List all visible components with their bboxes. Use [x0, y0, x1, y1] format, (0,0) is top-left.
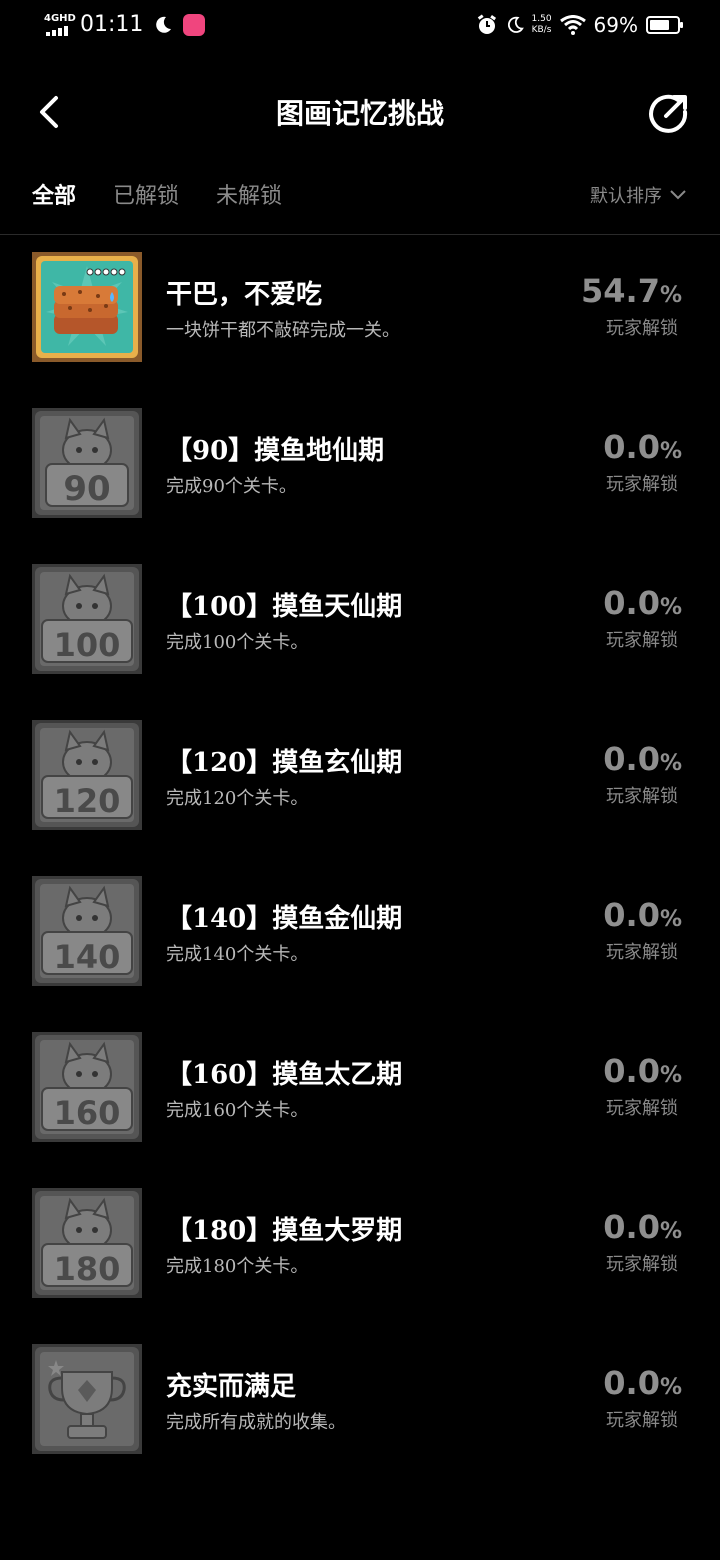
unlock-percent-label: 玩家解锁: [606, 942, 678, 963]
cookie-badge-icon: [32, 252, 142, 362]
badge-label: 140: [54, 938, 121, 976]
percent-sign: %: [659, 1063, 682, 1088]
badge-label: 100: [54, 626, 121, 664]
achievement-desc: 完成140个关卡。: [166, 944, 309, 965]
percent-sign: %: [659, 283, 682, 308]
level-160-badge-icon: 160: [32, 1032, 142, 1142]
percent-sign: %: [659, 1219, 682, 1244]
battery-percent: 69%: [593, 13, 638, 37]
filter-tabs: 全部 已解锁 未解锁 默认排序: [0, 168, 720, 224]
unlock-percent: 0.0%: [603, 740, 682, 778]
trophy-badge-icon: [32, 1344, 142, 1454]
percent-sign: %: [659, 751, 682, 776]
percent-sign: %: [659, 1375, 682, 1400]
achievement-desc: 完成120个关卡。: [166, 788, 309, 809]
unlock-percent-label: 玩家解锁: [606, 318, 678, 339]
achievement-item[interactable]: 140 【140】摸鱼金仙期 完成140个关卡。 0.0% 玩家解锁: [0, 876, 720, 1032]
percent-value: 54.7: [581, 272, 660, 310]
percent-value: 0.0: [603, 1208, 660, 1246]
tab-all[interactable]: 全部: [32, 178, 76, 210]
wifi-icon: [559, 15, 586, 35]
tab-unlocked[interactable]: 已解锁: [113, 178, 179, 210]
clock: 01:11: [80, 12, 144, 37]
achievement-item[interactable]: 120 【120】摸鱼玄仙期 完成120个关卡。 0.0% 玩家解锁: [0, 720, 720, 876]
level-180-badge-icon: 180: [32, 1188, 142, 1298]
achievement-desc: 一块饼干都不敲碎完成一关。: [166, 320, 400, 341]
percent-sign: %: [659, 439, 682, 464]
achievement-title: 【100】摸鱼天仙期: [166, 592, 403, 622]
achievement-desc: 完成100个关卡。: [166, 632, 309, 653]
achievement-title: 【120】摸鱼玄仙期: [166, 748, 403, 778]
chevron-down-icon: [670, 190, 686, 200]
achievement-title: 【140】摸鱼金仙期: [166, 904, 403, 934]
badge-label: 180: [54, 1250, 121, 1288]
badge-label: 90: [63, 469, 110, 509]
network-type: 4GHD: [44, 13, 76, 24]
unlock-percent: 54.7%: [581, 272, 682, 310]
moon-icon: [507, 16, 524, 33]
unlock-percent-label: 玩家解锁: [606, 1098, 678, 1119]
sort-dropdown[interactable]: 默认排序: [590, 182, 686, 208]
achievement-title: 【90】摸鱼地仙期: [166, 436, 385, 466]
achievement-item[interactable]: 充实而满足 完成所有成就的收集。 0.0% 玩家解锁: [0, 1344, 720, 1500]
achievement-title: 充实而满足: [166, 1372, 297, 1402]
sort-label: 默认排序: [590, 186, 662, 207]
share-icon[interactable]: [648, 92, 690, 134]
status-bar-right: 1.50 KB/s 69%: [476, 12, 683, 38]
alarm-icon: [477, 14, 496, 34]
unlock-percent-label: 玩家解锁: [606, 474, 678, 495]
achievement-desc: 完成所有成就的收集。: [166, 1412, 346, 1433]
level-100-badge-icon: 100: [32, 564, 142, 674]
speed-value: 1.50: [531, 14, 552, 24]
achievement-title: 【160】摸鱼太乙期: [166, 1060, 403, 1090]
badge-label: 120: [54, 782, 121, 820]
do-not-disturb-icon: [156, 16, 172, 33]
tab-locked[interactable]: 未解锁: [216, 178, 282, 210]
divider: [0, 234, 720, 235]
unlock-percent: 0.0%: [603, 428, 682, 466]
status-bar: 4GHD 01:11 1.50 KB/s 69%: [0, 0, 720, 56]
achievement-item[interactable]: 干巴，不爱吃 一块饼干都不敲碎完成一关。 54.7% 玩家解锁: [0, 252, 720, 408]
network-speed: 1.50 KB/s: [532, 14, 552, 36]
percent-value: 0.0: [603, 740, 660, 778]
achievement-desc: 完成90个关卡。: [166, 476, 297, 497]
speed-unit: KB/s: [531, 25, 552, 35]
achievement-list: 干巴，不爱吃 一块饼干都不敲碎完成一关。 54.7% 玩家解锁 90 【90】摸…: [0, 252, 720, 1500]
unlock-percent: 0.0%: [603, 584, 682, 622]
status-bar-left: 4GHD 01:11: [42, 12, 206, 38]
achievement-item[interactable]: 160 【160】摸鱼太乙期 完成160个关卡。 0.0% 玩家解锁: [0, 1032, 720, 1188]
app-notification-icon: [183, 14, 206, 36]
percent-sign: %: [659, 595, 682, 620]
level-140-badge-icon: 140: [32, 876, 142, 986]
app-header: 图画记忆挑战: [0, 70, 720, 154]
percent-value: 0.0: [603, 896, 660, 934]
unlock-percent-label: 玩家解锁: [606, 1410, 678, 1431]
achievement-title: 【180】摸鱼大罗期: [166, 1216, 403, 1246]
percent-value: 0.0: [603, 1364, 660, 1402]
page-title: 图画记忆挑战: [275, 97, 444, 130]
achievement-title: 干巴，不爱吃: [166, 280, 323, 310]
unlock-percent: 0.0%: [603, 1052, 682, 1090]
achievement-desc: 完成160个关卡。: [166, 1100, 309, 1121]
achievement-item[interactable]: 90 【90】摸鱼地仙期 完成90个关卡。 0.0% 玩家解锁: [0, 408, 720, 564]
badge-label: 160: [54, 1094, 121, 1132]
unlock-percent: 0.0%: [603, 1364, 682, 1402]
unlock-percent: 0.0%: [603, 1208, 682, 1246]
level-90-badge-icon: 90: [32, 408, 142, 518]
signal-icon: 4GHD: [42, 12, 76, 38]
battery-icon: [646, 16, 683, 34]
percent-value: 0.0: [603, 1052, 660, 1090]
achievement-desc: 完成180个关卡。: [166, 1256, 309, 1277]
percent-value: 0.0: [603, 428, 660, 466]
level-120-badge-icon: 120: [32, 720, 142, 830]
unlock-percent-label: 玩家解锁: [606, 1254, 678, 1275]
unlock-percent-label: 玩家解锁: [606, 630, 678, 651]
unlock-percent: 0.0%: [603, 896, 682, 934]
achievement-item[interactable]: 100 【100】摸鱼天仙期 完成100个关卡。 0.0% 玩家解锁: [0, 564, 720, 720]
unlock-percent-label: 玩家解锁: [606, 786, 678, 807]
achievement-item[interactable]: 180 【180】摸鱼大罗期 完成180个关卡。 0.0% 玩家解锁: [0, 1188, 720, 1344]
percent-value: 0.0: [603, 584, 660, 622]
percent-sign: %: [659, 907, 682, 932]
